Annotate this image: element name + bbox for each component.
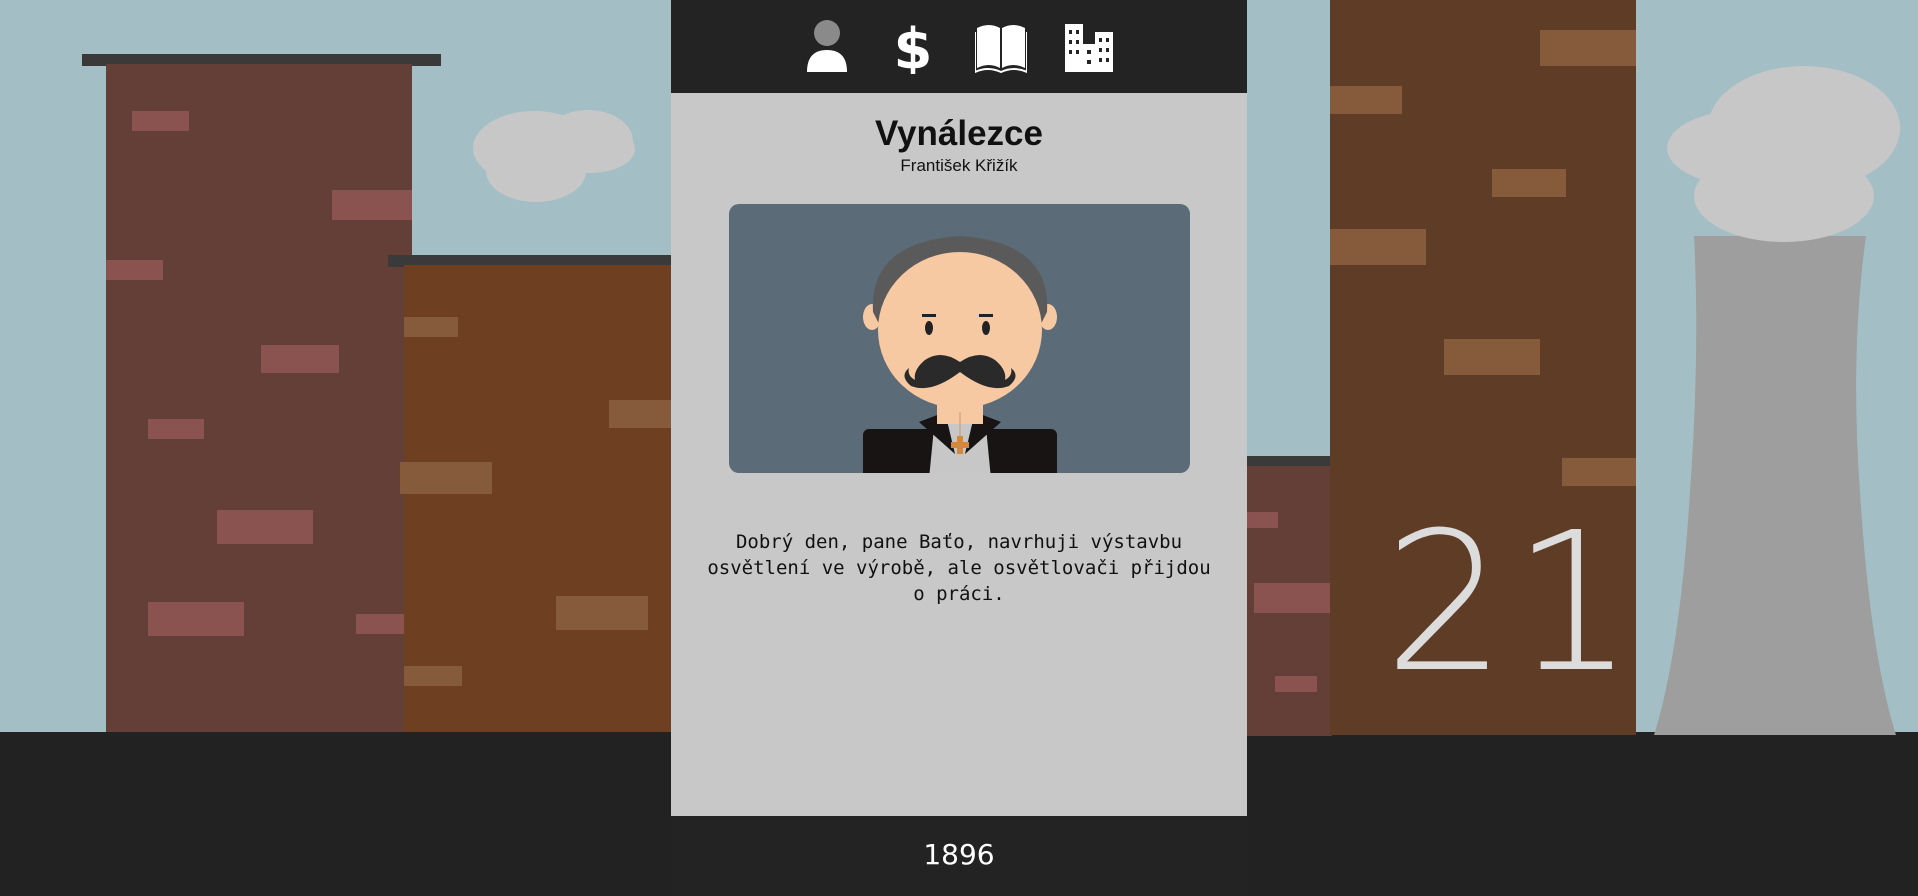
card-title: Vynálezce — [875, 114, 1043, 153]
cloud — [545, 125, 635, 173]
year-label: 1896 — [923, 838, 995, 871]
card-subtitle: František Křižík — [900, 156, 1018, 175]
dollar-icon[interactable]: $ — [889, 17, 937, 82]
brick-building-left — [106, 64, 412, 732]
brick-building-middle — [400, 265, 672, 732]
brick-building-small — [1246, 466, 1332, 736]
counter-display: 21 — [1384, 492, 1641, 715]
book-icon[interactable] — [974, 18, 1028, 74]
svg-text:$: $ — [894, 18, 933, 74]
person-icon[interactable] — [803, 18, 851, 74]
city-icon[interactable] — [1063, 18, 1113, 74]
card-message: Dobrý den, pane Baťo, navrhuji výstavbu … — [707, 531, 1211, 605]
cooling-tower — [1654, 236, 1896, 735]
stats-bar: $ — [671, 0, 1247, 93]
steam-cloud — [1694, 150, 1874, 242]
character-portrait — [729, 204, 1190, 473]
